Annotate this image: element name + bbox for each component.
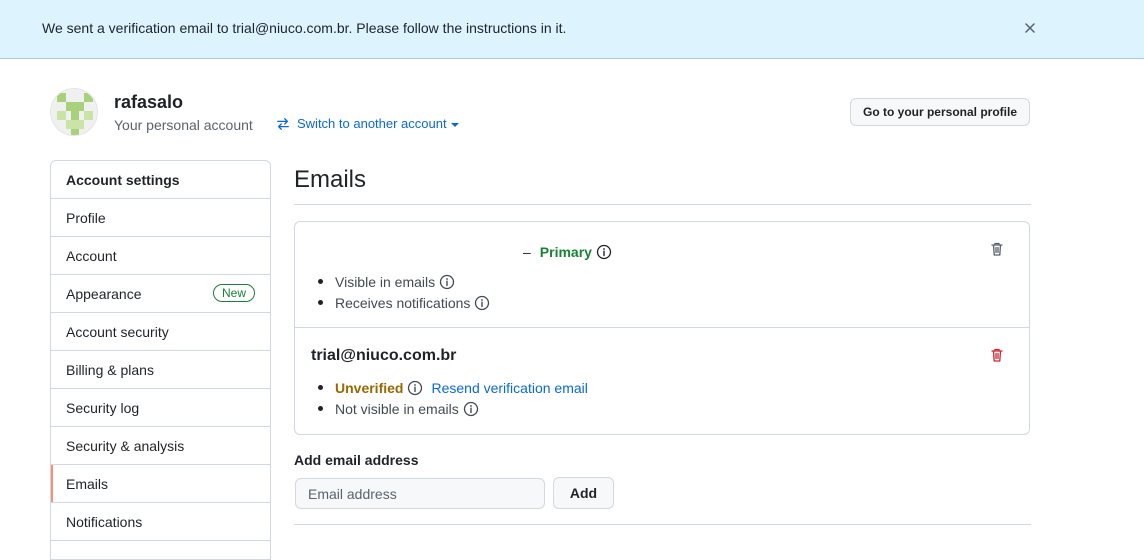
go-to-profile-button[interactable]: Go to your personal profile [850,98,1030,126]
section-divider [294,524,1031,525]
not-visible-label: Not visible in emails [335,400,459,417]
avatar [50,88,98,136]
settings-sidebar: Account settings Profile Account Appeara… [50,160,271,560]
flash-message: We sent a verification email to trial@ni… [42,20,567,36]
title-divider [294,204,1031,205]
sidebar-header: Account settings [51,161,270,199]
sidebar-item-label: Profile [66,209,106,226]
list-item: Unverified Resend verification email [317,377,588,398]
close-icon[interactable] [1022,20,1038,36]
arrow-switch-icon [277,117,289,130]
sidebar-item-label: Emails [66,475,109,492]
list-item: Visible in emails [317,271,490,292]
trash-icon[interactable] [989,241,1005,257]
sidebar-item-profile[interactable]: Profile [51,199,270,237]
info-icon[interactable] [596,244,612,260]
sidebar-item-security-log[interactable]: Security log [51,389,270,427]
sidebar-item-billing[interactable]: Billing & plans [51,351,270,389]
secondary-email-properties: Unverified Resend verification email Not… [317,377,588,419]
sidebar-item-label: Security log [66,399,140,416]
verification-flash-banner: We sent a verification email to trial@ni… [0,0,1144,59]
receives-notifications-label: Receives notifications [335,294,471,311]
email-address-input[interactable] [295,478,545,509]
new-badge: New [212,284,255,302]
info-icon[interactable] [407,380,423,396]
info-icon[interactable] [463,401,479,417]
primary-email-properties: Visible in emails Receives notifications [317,271,490,313]
sidebar-item-account-security[interactable]: Account security [51,313,270,351]
sidebar-item-label: Billing & plans [66,361,154,378]
account-subtitle: Your personal account [114,117,253,133]
trash-icon[interactable] [989,347,1005,363]
add-email-label: Add email address [294,452,419,468]
unverified-status: Unverified [335,379,404,396]
switch-account-button[interactable]: Switch to another account [276,116,459,131]
email-list: – Primary Visible in emails Receives not… [294,221,1030,435]
sidebar-item-label: Security & analysis [66,437,185,454]
sidebar-item-account[interactable]: Account [51,237,270,275]
sidebar-item-label: Account [66,247,117,264]
username: rafasalo [114,92,184,112]
sidebar-item-appearance[interactable]: Appearance New [51,275,270,313]
info-icon[interactable] [474,295,490,311]
primary-label: Primary [539,244,592,260]
switch-account-label: Switch to another account [297,116,447,131]
sidebar-item-label: Appearance [66,285,142,302]
info-icon[interactable] [439,274,455,290]
sidebar-item-label: Account security [66,323,169,340]
email-dash: – [523,244,531,260]
caret-down-icon [450,122,459,127]
sidebar-item-emails[interactable]: Emails [51,465,270,503]
visible-in-emails-label: Visible in emails [335,273,436,290]
primary-email-heading: – Primary [523,244,612,260]
resend-verification-link[interactable]: Resend verification email [431,380,587,396]
sidebar-item-label: Notifications [66,513,143,530]
secondary-email-address: trial@niuco.com.br [311,347,457,364]
identicon-image [51,89,97,135]
sidebar-item-security-analysis[interactable]: Security & analysis [51,427,270,465]
list-item: Not visible in emails [317,398,588,419]
row-divider [295,327,1029,328]
page-title: Emails [294,166,367,193]
sidebar-item-notifications[interactable]: Notifications [51,503,270,541]
list-item: Receives notifications [317,292,490,313]
add-email-button[interactable]: Add [553,477,614,509]
